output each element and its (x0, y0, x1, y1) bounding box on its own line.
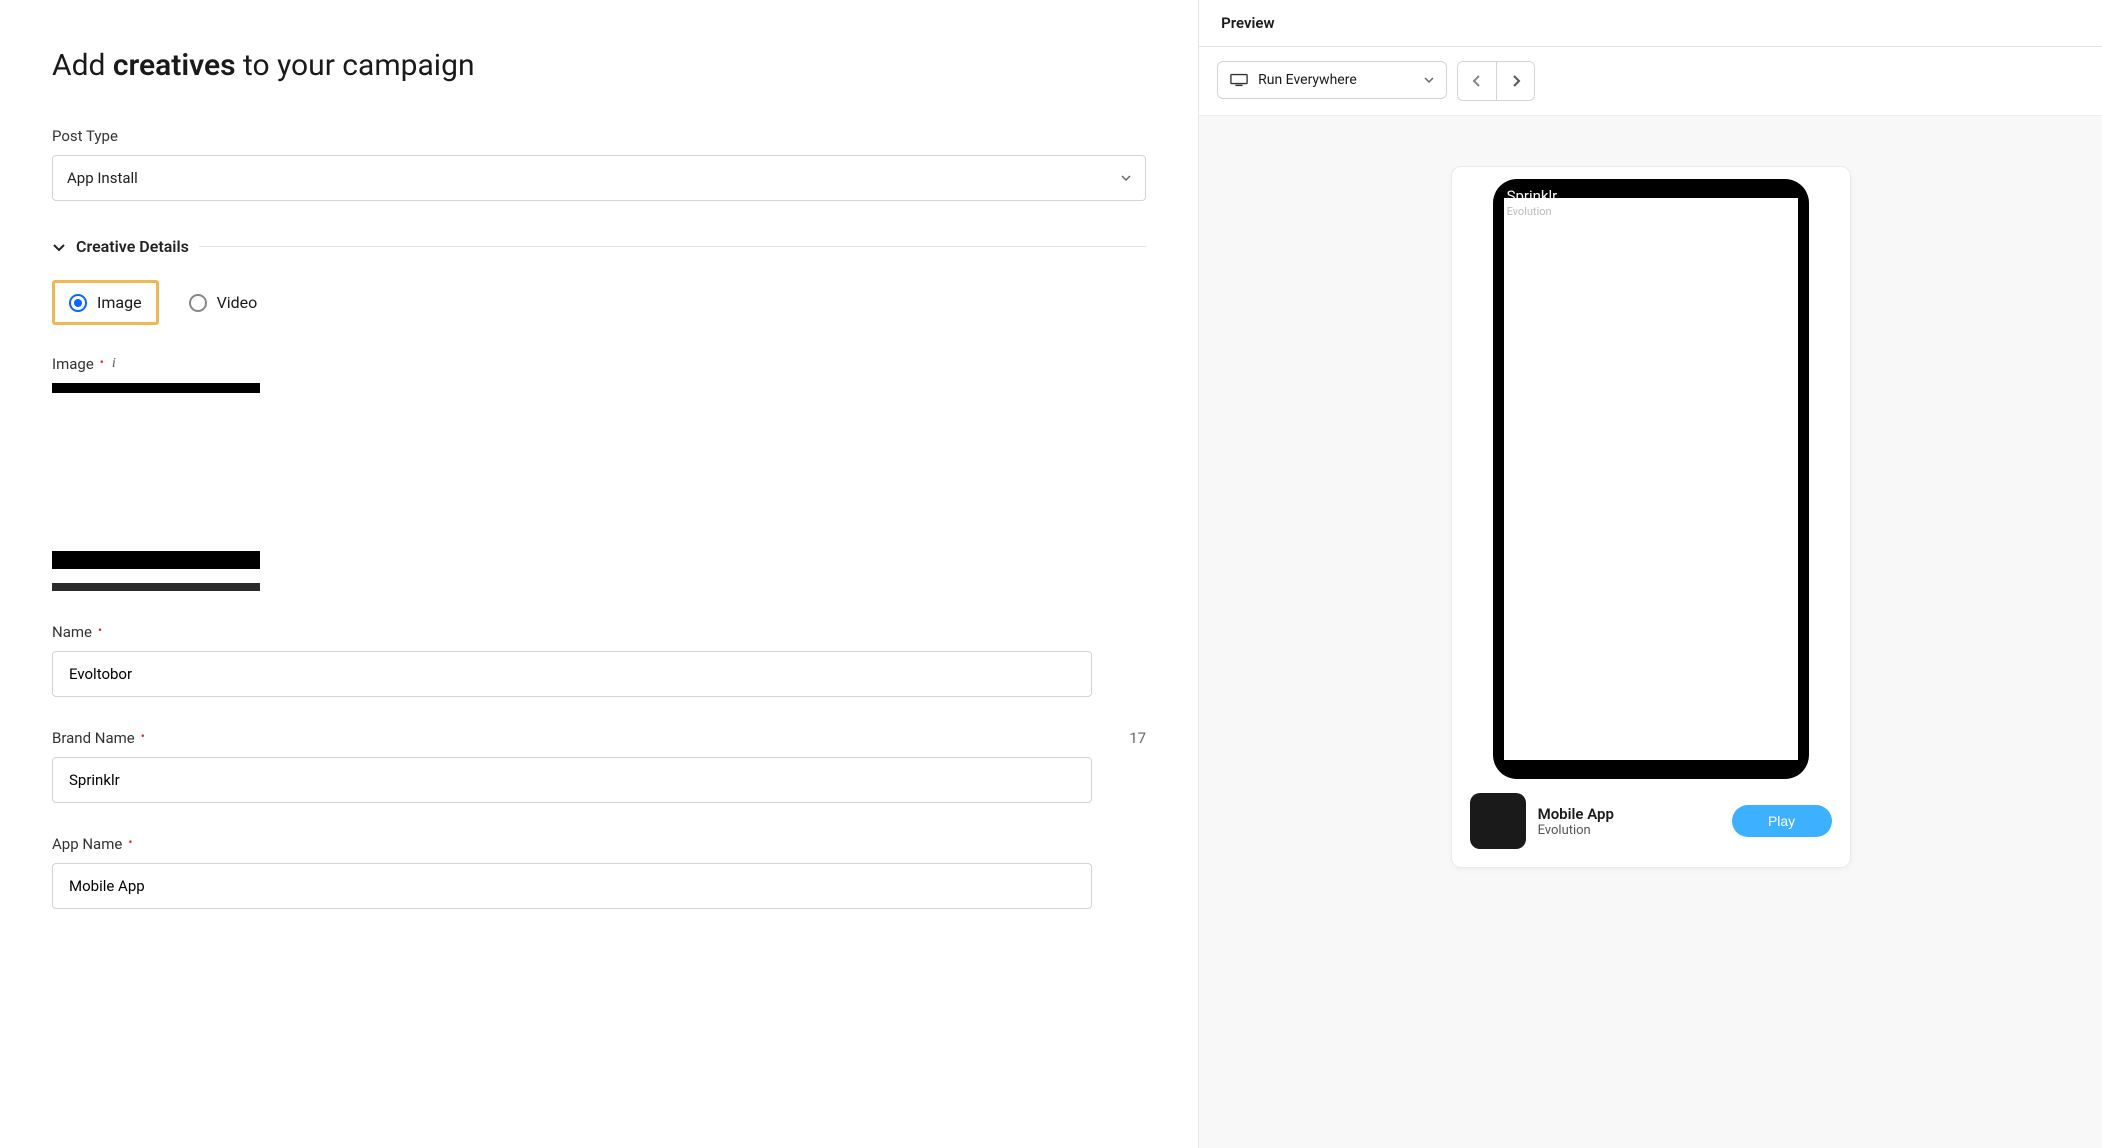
device-icon (1230, 73, 1248, 87)
creative-type-video-label: Video (217, 293, 258, 312)
phone-screen (1503, 197, 1799, 761)
post-type-select[interactable]: App Install (52, 155, 1146, 201)
preview-header: Preview (1199, 0, 2102, 47)
brand-name-label: Brand Name • (52, 729, 145, 747)
chevron-left-icon (1471, 75, 1483, 87)
chevron-down-icon (1121, 173, 1131, 183)
required-dot: • (98, 623, 102, 637)
section-title: Creative Details (76, 237, 189, 256)
radio-icon (69, 294, 87, 312)
image-label: Image • i (52, 355, 1146, 373)
preview-app-sub: Evolution (1538, 823, 1614, 838)
image-thumbnail[interactable] (52, 383, 260, 591)
preview-prev-button[interactable] (1458, 62, 1496, 100)
chevron-right-icon (1510, 75, 1522, 87)
post-type-label: Post Type (52, 127, 1146, 145)
placement-select[interactable]: Run Everywhere (1217, 61, 1447, 99)
required-dot: • (128, 835, 132, 849)
app-name-input[interactable] (52, 863, 1092, 909)
post-type-value: App Install (67, 169, 138, 187)
preview-brand: Sprinklr (1507, 187, 1558, 205)
brand-name-input[interactable] (52, 757, 1092, 803)
creative-type-image[interactable]: Image (52, 280, 159, 325)
placement-value: Run Everywhere (1258, 72, 1414, 88)
radio-icon (189, 294, 207, 312)
title-suffix: to your campaign (236, 48, 475, 83)
creative-type-video[interactable]: Video (175, 283, 272, 322)
title-strong: creatives (113, 48, 236, 83)
creative-details-header[interactable]: Creative Details (52, 237, 1146, 256)
app-icon (1470, 793, 1526, 849)
ad-preview-card: Sprinklr Evolution Mobile App Evolution (1451, 166, 1851, 868)
preview-canvas: Sprinklr Evolution Mobile App Evolution (1199, 116, 2102, 918)
app-name-label: App Name • (52, 835, 1146, 853)
title-prefix: Add (52, 48, 113, 83)
preview-sub: Evolution (1507, 205, 1558, 218)
divider (199, 246, 1146, 247)
name-label: Name • (52, 623, 1146, 641)
page-title: Add creatives to your campaign (52, 48, 1146, 83)
info-icon[interactable]: i (112, 356, 116, 372)
brand-name-counter: 17 (1129, 729, 1146, 747)
preview-app-name: Mobile App (1538, 805, 1614, 823)
phone-frame: Sprinklr Evolution (1493, 179, 1809, 779)
required-dot: • (100, 355, 104, 369)
chevron-down-icon (52, 240, 66, 254)
creative-type-image-label: Image (97, 293, 142, 312)
name-input[interactable] (52, 651, 1092, 697)
preview-cta-button[interactable]: Play (1732, 805, 1832, 837)
preview-next-button[interactable] (1496, 62, 1534, 100)
chevron-down-icon (1424, 75, 1434, 85)
required-dot: • (141, 729, 145, 743)
